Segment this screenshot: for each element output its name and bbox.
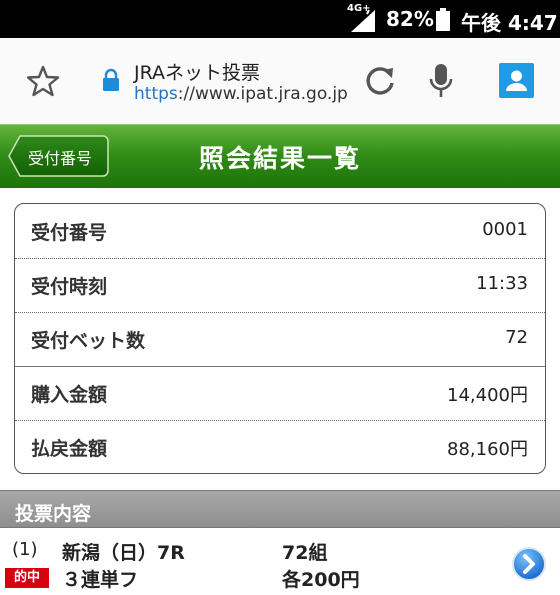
list-item[interactable]: (1) 新潟（日）7R 72組 的中 ３連単フ 各200円 — [0, 529, 560, 595]
row-label: 払戻金額 — [31, 438, 108, 460]
clock: 午後 4:47 — [461, 11, 558, 35]
url-host: ://www.ipat.jra.go.jp — [177, 84, 348, 104]
row-label: 受付ベット数 — [31, 330, 146, 352]
site-title[interactable]: JRAネット投票 — [134, 58, 260, 85]
url-bar[interactable]: https://www.ipat.jra.go.jp — [134, 84, 348, 104]
account-icon — [506, 70, 527, 91]
status-bar: 4G+ 82% 午後 4:47 — [0, 0, 560, 38]
battery-percent: 82% — [386, 7, 434, 31]
page-title: 照会結果一覧 — [198, 144, 361, 173]
battery-icon — [436, 8, 450, 31]
page-header: 受付番号 照会結果一覧 — [0, 124, 560, 188]
receipt-row-number: 受付番号 0001 — [15, 204, 545, 257]
row-value: 0001 — [482, 219, 528, 240]
star-icon[interactable] — [26, 64, 60, 98]
mic-icon[interactable] — [428, 62, 454, 100]
row-value: 11:33 — [476, 273, 528, 294]
chevron-right-icon[interactable] — [511, 546, 547, 582]
row-value: 14,400円 — [447, 385, 528, 406]
browser-toolbar: JRAネット投票 https://www.ipat.jra.go.jp — [0, 38, 560, 124]
bet-combinations: 72組 — [282, 542, 328, 564]
section-title: 投票内容 — [15, 503, 92, 525]
bet-type: ３連単フ — [62, 569, 139, 591]
hit-badge: 的中 — [5, 568, 49, 588]
receipt-card: 受付番号 0001 受付時刻 11:33 受付ベット数 72 購入金額 14,4… — [14, 203, 546, 474]
row-label: 受付番号 — [31, 222, 108, 244]
row-label: 購入金額 — [31, 384, 108, 406]
lock-icon[interactable] — [102, 68, 120, 92]
receipt-row-time: 受付時刻 11:33 — [15, 258, 545, 311]
row-label: 受付時刻 — [31, 276, 108, 298]
signal-icon — [351, 9, 375, 32]
receipt-row-bet-count: 受付ベット数 72 — [15, 312, 545, 365]
bet-number: (1) — [12, 539, 38, 560]
bet-race: 新潟（日）7R — [62, 542, 185, 564]
section-header: 投票内容 — [0, 490, 560, 528]
receipt-row-payout: 払戻金額 88,160円 — [15, 420, 545, 473]
bet-amount: 各200円 — [282, 569, 360, 591]
receipt-row-purchase: 購入金額 14,400円 — [15, 366, 545, 419]
reload-icon[interactable] — [363, 64, 397, 98]
row-value: 72 — [505, 327, 528, 348]
row-value: 88,160円 — [447, 439, 528, 460]
url-scheme: https — [134, 84, 178, 104]
account-button[interactable] — [499, 63, 534, 98]
